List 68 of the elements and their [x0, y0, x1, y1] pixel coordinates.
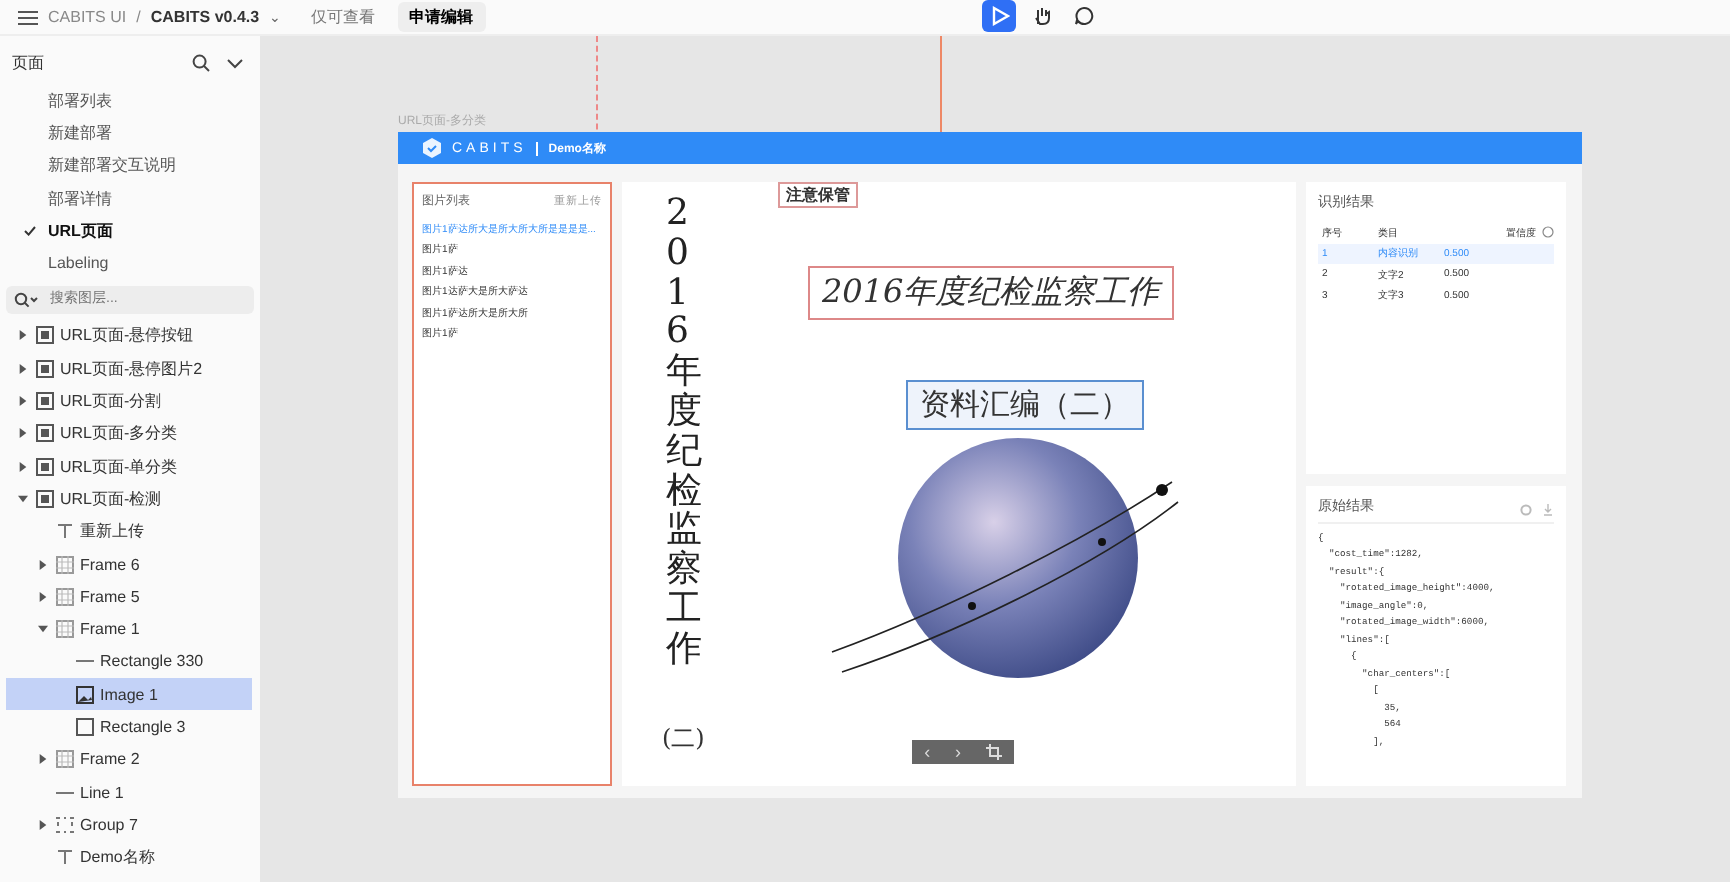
caret-icon[interactable]: [18, 428, 28, 439]
stamp-text: 注意保管: [778, 182, 858, 208]
grid-icon: [56, 555, 74, 573]
info-icon[interactable]: [1542, 226, 1554, 239]
layer-item[interactable]: Frame 6: [6, 547, 252, 581]
pointer-icon: [989, 6, 1009, 26]
caret-icon[interactable]: [38, 754, 48, 765]
menu-icon[interactable]: [18, 9, 38, 25]
document-subtitle: 资料汇编（二）: [906, 380, 1144, 430]
page-item[interactable]: Labeling: [0, 246, 260, 280]
text-icon: [56, 522, 74, 541]
request-edit-button[interactable]: 申请编辑: [397, 2, 486, 32]
image-nav-button[interactable]: ›: [954, 743, 961, 761]
layer-item[interactable]: URL页面-悬停按钮: [6, 319, 252, 353]
layer-item[interactable]: Line 1: [6, 775, 252, 809]
layer-item[interactable]: Rectangle 3: [6, 710, 252, 744]
vertical-title: 2016年度纪检监察工作: [666, 194, 702, 670]
layer-item[interactable]: 重新上传: [6, 515, 252, 548]
layer-item[interactable]: URL页面-检测: [6, 482, 252, 516]
caret-icon[interactable]: [18, 330, 28, 341]
crop-icon[interactable]: [985, 744, 1002, 760]
rectangle-icon: [76, 717, 94, 736]
logo-icon: [422, 138, 442, 158]
search-icon[interactable]: [14, 291, 38, 308]
page-item[interactable]: 部署详情: [0, 181, 260, 215]
layer-item[interactable]: URL页面-多分类: [6, 417, 252, 450]
page-item[interactable]: URL页面: [0, 214, 260, 247]
layer-item[interactable]: URL页面-分割: [6, 384, 252, 418]
breadcrumb-item: /: [136, 8, 141, 26]
caret-icon[interactable]: [38, 624, 48, 635]
text-icon: [56, 848, 74, 867]
caret-icon[interactable]: [18, 493, 28, 504]
page-item[interactable]: 新建部署交互说明: [0, 149, 260, 182]
image-icon: [76, 685, 94, 704]
image-nav-button[interactable]: ‹: [924, 743, 931, 761]
hand-icon: [1031, 6, 1051, 26]
view-mode-label: 仅可查看: [311, 6, 376, 28]
layer-item[interactable]: Frame 5: [6, 580, 252, 613]
layer-item[interactable]: Frame 2: [6, 743, 252, 776]
layer-item[interactable]: URL页面-悬停图片2: [6, 352, 252, 385]
grid-icon: [56, 587, 74, 606]
check-icon: [24, 225, 36, 236]
comment-icon: [1073, 6, 1093, 26]
layer-item[interactable]: URL页面-单分类: [6, 449, 252, 483]
page-item[interactable]: 部署列表: [0, 84, 260, 117]
caret-icon[interactable]: [38, 591, 48, 602]
pages-title: 页面: [12, 52, 46, 74]
layer-item[interactable]: Image 1: [6, 678, 252, 711]
page-item[interactable]: 新建部署: [0, 116, 260, 150]
breadcrumb-item: CABITS UI: [48, 8, 127, 26]
layer-item[interactable]: Demo名称: [6, 841, 252, 874]
pointer-tool-button[interactable]: [982, 0, 1016, 32]
vertical-subtitle: (二): [662, 722, 705, 756]
grid-icon: [56, 620, 74, 639]
dotted-group-icon: [56, 815, 74, 834]
caret-icon[interactable]: [18, 396, 28, 407]
document-title: 2016年度纪检监察工作: [808, 266, 1174, 320]
caret-icon[interactable]: [18, 461, 28, 472]
caret-icon[interactable]: [18, 363, 28, 374]
search-icon[interactable]: [192, 54, 210, 72]
layer-item[interactable]: Frame 1: [6, 612, 252, 646]
breadcrumb-item: CABITS v0.4.3: [150, 8, 260, 26]
layer-item[interactable]: Group 7: [6, 808, 252, 842]
layer-item[interactable]: Rectangle 330: [6, 645, 252, 679]
chevron-down-icon[interactable]: [226, 54, 244, 72]
grid-icon: [56, 750, 74, 769]
caret-icon[interactable]: [38, 559, 48, 569]
caret-icon[interactable]: [38, 819, 48, 830]
